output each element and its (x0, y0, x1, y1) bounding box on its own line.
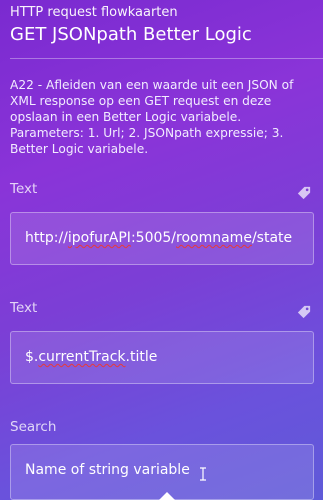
url-input-value: http://ipofurAPI:5005/roomname/state (25, 230, 293, 246)
tag-icon[interactable] (297, 186, 311, 200)
tag-icon[interactable] (297, 305, 311, 319)
card-subtitle: HTTP request flowkaarten (10, 5, 178, 20)
text-cursor-icon (200, 467, 206, 481)
url-input[interactable]: http://ipofurAPI:5005/roomname/state (10, 212, 314, 265)
jsonpath-input-value: $.currentTrack.title (25, 349, 158, 365)
jsonpath-field-label: Text (10, 300, 38, 316)
variable-search-label: Search (10, 419, 57, 435)
dropdown-caret-icon (159, 492, 175, 500)
url-field-label: Text (10, 181, 38, 197)
card-header: HTTP request flowkaarten GET JSONpath Be… (10, 4, 313, 47)
card-description: A22 - Afleiden van een waarde uit een JS… (10, 78, 294, 156)
card-title: GET JSONpath Better Logic (10, 24, 252, 45)
jsonpath-input[interactable]: $.currentTrack.title (10, 331, 314, 384)
variable-search-placeholder: Name of string variable (25, 462, 190, 478)
header-divider (10, 58, 323, 59)
